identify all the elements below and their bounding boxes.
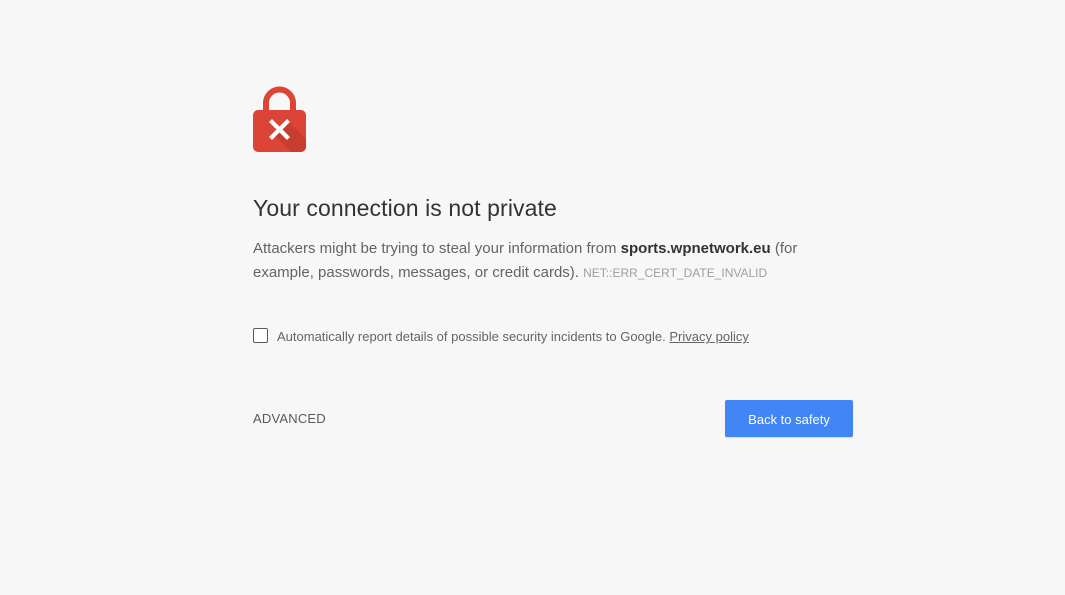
report-label-text: Automatically report details of possible… (277, 329, 670, 345)
interstitial-main: Your connection is not private Attackers… (253, 86, 853, 438)
main-message: Attackers might be trying to steal your … (253, 237, 853, 285)
extended-reporting-label: Automatically report details of possible… (277, 328, 749, 346)
description-prefix: Attackers might be trying to steal your … (253, 240, 621, 258)
back-to-safety-button[interactable]: Back to safety (725, 400, 853, 438)
extended-reporting-checkbox[interactable] (253, 328, 268, 344)
button-row: ADVANCED Back to safety (253, 400, 853, 438)
extended-reporting-row: Automatically report details of possible… (253, 327, 853, 346)
broken-lock-icon (253, 86, 306, 152)
page-title: Your connection is not private (253, 195, 557, 221)
advanced-button[interactable]: ADVANCED (253, 411, 326, 426)
privacy-policy-link[interactable]: Privacy policy (669, 329, 748, 344)
error-code: NET::ERR_CERT_DATE_INVALID (583, 266, 768, 281)
hostname: sports.wpnetwork.eu (620, 240, 771, 258)
